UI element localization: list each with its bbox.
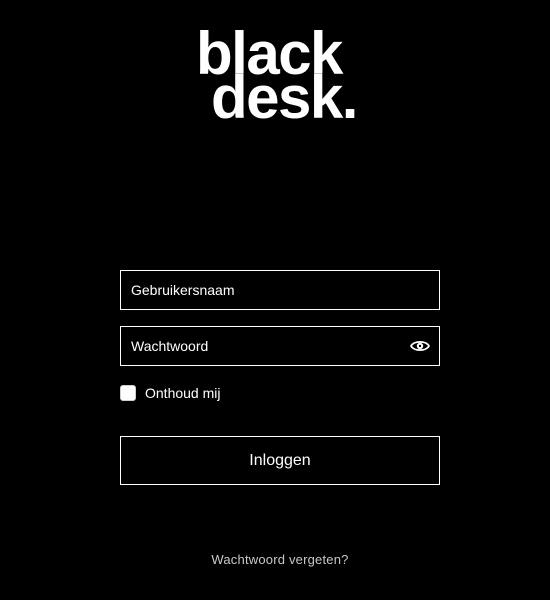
password-input[interactable] xyxy=(121,327,439,365)
password-field-wrapper xyxy=(120,326,440,366)
eye-icon[interactable] xyxy=(409,336,431,356)
logo-line-desk: desk. xyxy=(211,64,358,131)
username-input[interactable] xyxy=(121,271,439,309)
login-button[interactable]: Inloggen xyxy=(120,436,440,485)
username-field-wrapper xyxy=(120,270,440,310)
forgot-password-link[interactable]: Wachtwoord vergeten? xyxy=(0,552,550,567)
remember-me-label: Onthoud mij xyxy=(145,385,221,401)
brand-logo: black desk. xyxy=(196,24,371,131)
remember-me-checkbox[interactable] xyxy=(120,385,136,401)
remember-me-option[interactable]: Onthoud mij xyxy=(120,384,220,402)
